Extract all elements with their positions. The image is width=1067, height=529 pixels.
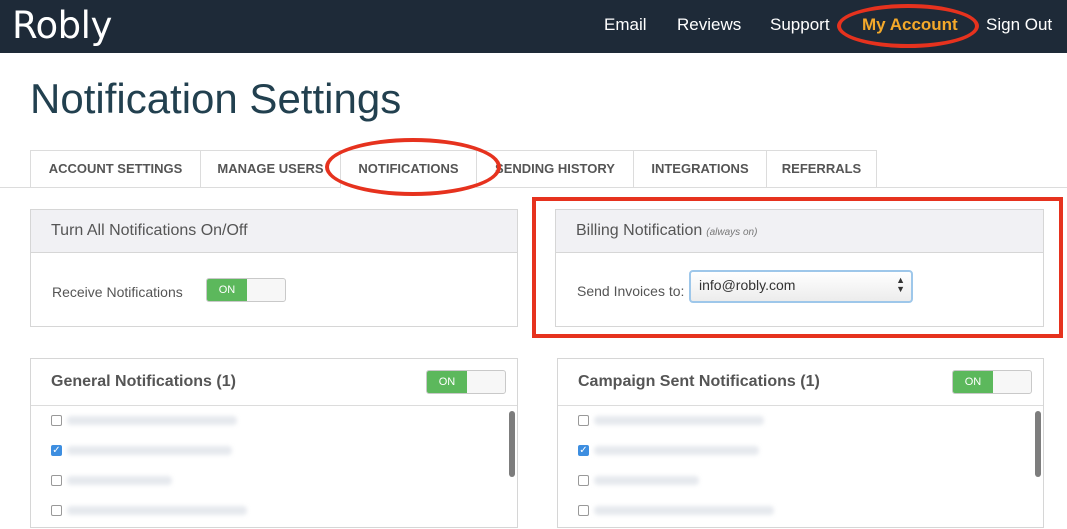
toggle-on-label: ON <box>427 371 467 393</box>
panel-header: Campaign Sent Notifications (1) ON <box>558 359 1043 406</box>
tab-account-settings[interactable]: Account Settings <box>30 150 201 187</box>
toggle-on-label: ON <box>207 279 247 301</box>
checkbox[interactable] <box>51 475 62 486</box>
scrollbar[interactable] <box>1035 411 1041 477</box>
panel-title: General Notifications (1) <box>51 373 236 390</box>
tab-integrations[interactable]: Integrations <box>633 150 767 187</box>
receive-notifications-toggle[interactable]: ON <box>206 278 286 302</box>
campaign-sent-list: ✓ <box>558 406 1043 529</box>
nav-reviews[interactable]: Reviews <box>677 15 741 35</box>
tab-divider <box>0 187 1067 188</box>
toggle-on-label: ON <box>953 371 993 393</box>
robly-logo[interactable]: Robly <box>12 4 112 48</box>
panel-header: General Notifications (1) ON <box>31 359 517 406</box>
checkbox[interactable] <box>578 505 589 516</box>
campaign-sent-notifications-panel: Campaign Sent Notifications (1) ON ✓ <box>557 358 1044 528</box>
general-notifications-toggle[interactable]: ON <box>426 370 506 394</box>
annotation-box-billing <box>532 197 1063 338</box>
redacted-email <box>594 446 759 455</box>
redacted-email <box>67 476 172 485</box>
checkbox[interactable] <box>578 415 589 426</box>
tab-referrals[interactable]: Referrals <box>766 150 877 187</box>
redacted-email <box>594 416 764 425</box>
scrollbar[interactable] <box>509 411 515 477</box>
general-notifications-panel: General Notifications (1) ON ✓ <box>30 358 518 528</box>
page-title: Notification Settings <box>30 75 402 122</box>
redacted-email <box>594 506 774 515</box>
checkbox[interactable] <box>51 505 62 516</box>
receive-notifications-label: Receive Notifications <box>52 284 183 300</box>
checkbox[interactable] <box>51 415 62 426</box>
campaign-sent-toggle[interactable]: ON <box>952 370 1032 394</box>
checkbox[interactable]: ✓ <box>51 445 62 456</box>
nav-support[interactable]: Support <box>770 15 830 35</box>
redacted-email <box>67 506 247 515</box>
redacted-email <box>594 476 699 485</box>
redacted-email <box>67 446 232 455</box>
panel-title: Campaign Sent Notifications (1) <box>578 373 820 390</box>
nav-email[interactable]: Email <box>604 15 647 35</box>
redacted-email <box>67 416 237 425</box>
annotation-circle-notifications <box>325 138 501 196</box>
checkbox[interactable] <box>578 475 589 486</box>
tab-manage-users[interactable]: Manage Users <box>200 150 341 187</box>
checkbox[interactable]: ✓ <box>578 445 589 456</box>
panel-title: Turn All Notifications On/Off <box>51 222 248 239</box>
nav-sign-out[interactable]: Sign Out <box>986 15 1052 35</box>
general-notifications-list: ✓ <box>31 406 517 529</box>
all-notifications-panel: Turn All Notifications On/Off Receive No… <box>30 209 518 327</box>
panel-header: Turn All Notifications On/Off <box>31 210 517 253</box>
annotation-circle-my-account <box>837 4 979 48</box>
